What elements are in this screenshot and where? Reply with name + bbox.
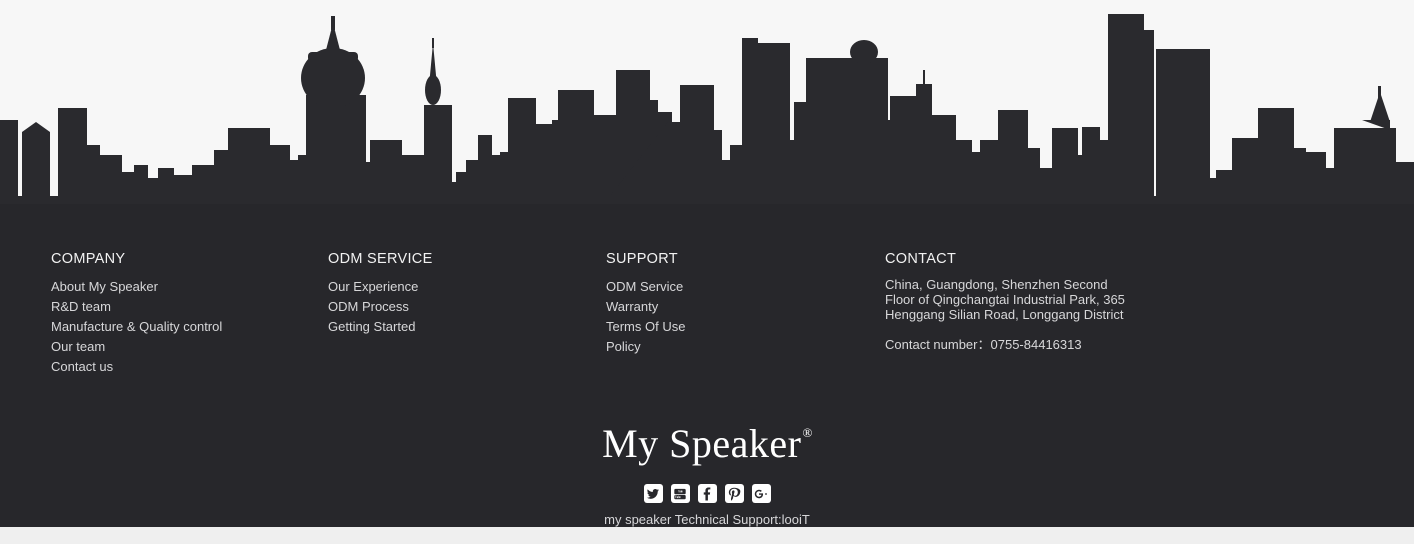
link-odm-process[interactable]: ODM Process xyxy=(328,297,598,317)
technical-support-line: my speaker Technical Support:looiT xyxy=(604,512,810,527)
link-warranty[interactable]: Warranty xyxy=(606,297,866,317)
pinterest-icon xyxy=(728,487,741,500)
column-title-odm-service: ODM SERVICE xyxy=(328,251,433,267)
link-rd-team[interactable]: R&D team xyxy=(51,297,321,317)
social-link-pinterest[interactable] xyxy=(724,484,744,503)
google-plus-icon xyxy=(754,489,767,498)
address-line-1: China, Guangdong, Shenzhen Second xyxy=(885,277,1108,292)
link-contact-us[interactable]: Contact us xyxy=(51,357,321,377)
address-line-2: Floor of Qingchangtai Industrial Park, 3… xyxy=(885,292,1125,307)
link-policy[interactable]: Policy xyxy=(606,337,866,357)
address-line-3: Henggang Silian Road, Longgang District xyxy=(885,307,1124,322)
registered-trademark-icon: ® xyxy=(802,424,813,440)
link-manufacture-quality-control[interactable]: Manufacture & Quality control xyxy=(51,317,321,337)
footer-column-odm-service: ODM SERVICE Our Experience ODM Process G… xyxy=(328,250,598,337)
link-terms-of-use[interactable]: Terms Of Use xyxy=(606,317,866,337)
footer-link-columns: COMPANY About My Speaker R&D team Manufa… xyxy=(0,250,1414,390)
column-title-contact: CONTACT xyxy=(885,251,957,267)
column-title-company: COMPANY xyxy=(51,251,126,267)
link-about-my-speaker[interactable]: About My Speaker xyxy=(51,277,321,297)
twitter-icon xyxy=(646,488,659,499)
social-links xyxy=(0,484,1414,503)
brand-name: My Speaker® xyxy=(602,422,812,466)
bottom-strip xyxy=(0,527,1414,544)
link-odm-service[interactable]: ODM Service xyxy=(606,277,866,297)
link-our-experience[interactable]: Our Experience xyxy=(328,277,598,297)
social-link-facebook[interactable] xyxy=(697,484,717,503)
social-link-youtube[interactable] xyxy=(670,484,690,503)
social-link-twitter[interactable] xyxy=(643,484,663,503)
footer-dark-section: COMPANY About My Speaker R&D team Manufa… xyxy=(0,204,1414,527)
facebook-icon xyxy=(703,487,711,500)
brand-logo[interactable]: My Speaker® xyxy=(0,422,1414,466)
footer-column-contact: CONTACT China, Guangdong, Shenzhen Secon… xyxy=(885,250,1185,352)
column-title-support: SUPPORT xyxy=(606,251,678,267)
contact-number-label: Contact number： xyxy=(885,337,991,352)
link-getting-started[interactable]: Getting Started xyxy=(328,317,598,337)
social-link-googleplus[interactable] xyxy=(751,484,771,503)
brand-name-text: My Speaker xyxy=(602,421,802,466)
youtube-icon xyxy=(674,488,686,499)
footer-column-support: SUPPORT ODM Service Warranty Terms Of Us… xyxy=(606,250,866,357)
link-our-team[interactable]: Our team xyxy=(51,337,321,357)
contact-number: Contact number：0755-84416313 xyxy=(885,337,1185,352)
city-skyline-illustration xyxy=(0,0,1414,208)
footer-page: COMPANY About My Speaker R&D team Manufa… xyxy=(0,0,1414,544)
footer-column-company: COMPANY About My Speaker R&D team Manufa… xyxy=(51,250,321,377)
contact-number-value: 0755-84416313 xyxy=(990,337,1082,352)
